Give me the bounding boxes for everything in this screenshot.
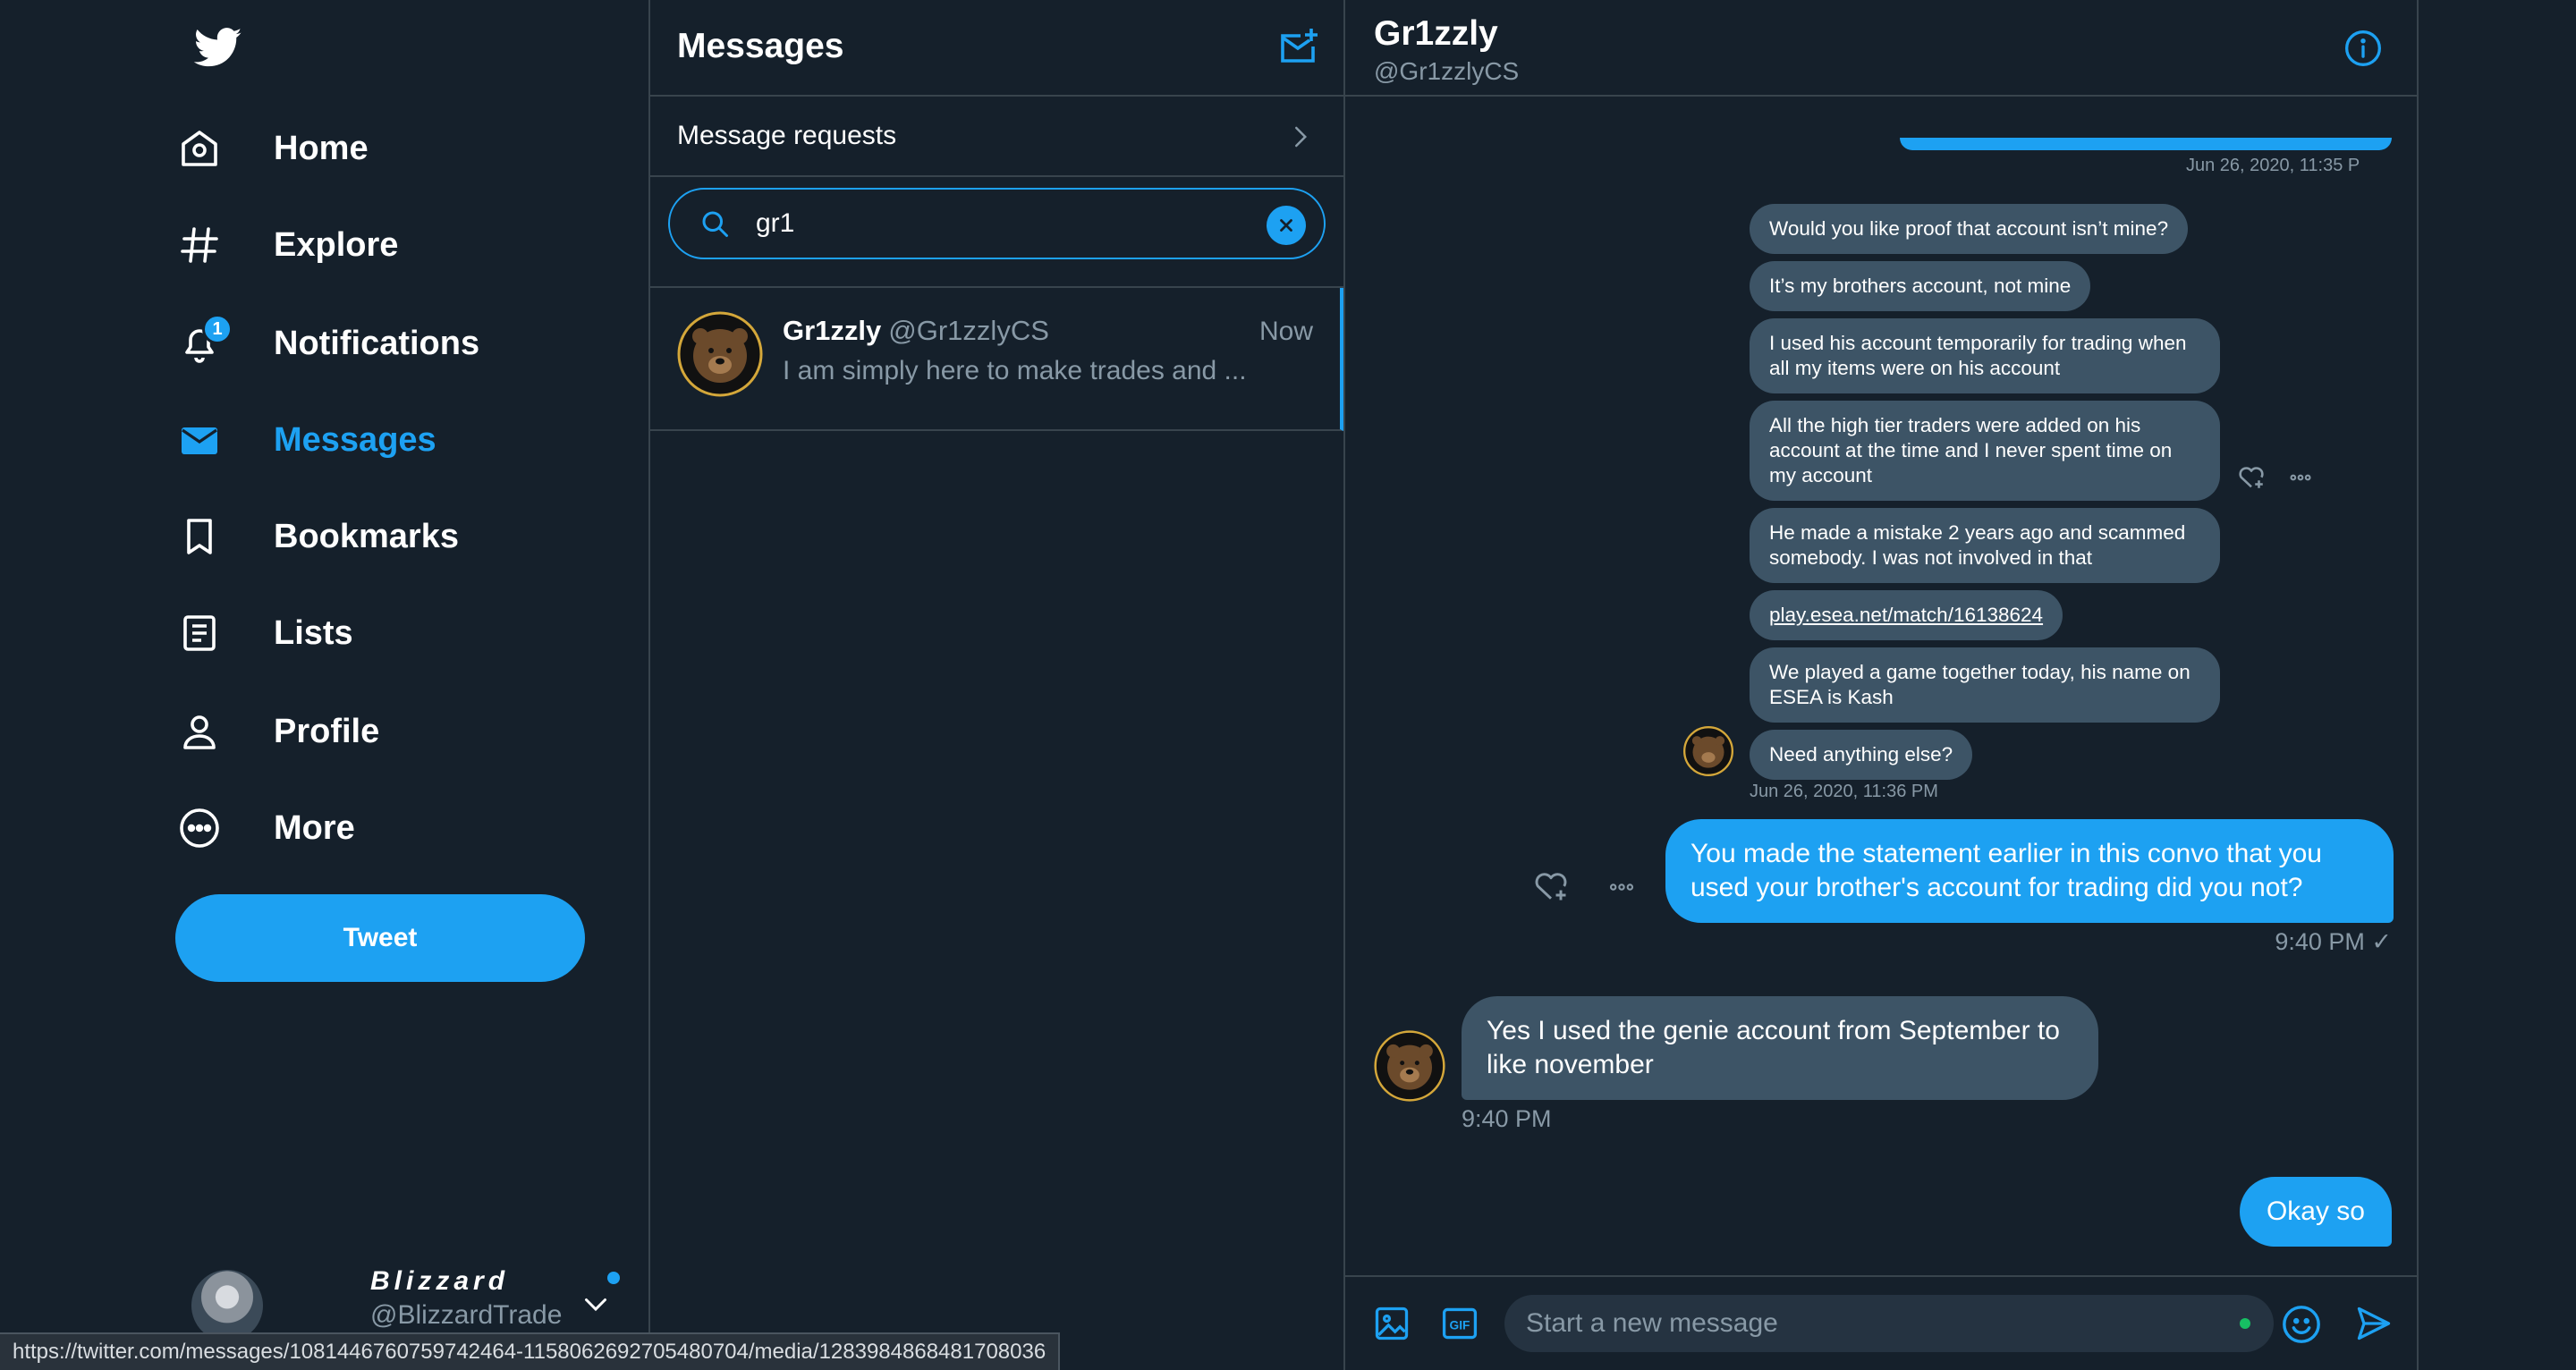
conversation-time: Now: [1258, 317, 1313, 346]
nav-home-label: Home: [274, 129, 369, 167]
home-icon: [175, 124, 224, 173]
account-avatar: [191, 1270, 263, 1341]
react-heart-icon[interactable]: [1531, 866, 1571, 905]
chevron-right-icon: [1295, 126, 1308, 148]
nav-explore[interactable]: Explore: [175, 207, 398, 283]
nav-messages[interactable]: Messages: [175, 402, 436, 478]
tweet-button[interactable]: Tweet: [175, 894, 585, 982]
message-bubble: It’s my brothers account, not mine: [1750, 261, 2091, 311]
grammar-indicator-dot: [2240, 1318, 2250, 1329]
close-icon: [1280, 219, 1292, 232]
message-bubble: You made the statement earlier in this c…: [1665, 819, 2394, 923]
message-bubble: Yes I used the genie account from Septem…: [1462, 996, 2098, 1100]
message-bubble: Okay so: [2239, 1177, 2392, 1247]
avatar: [1683, 726, 1733, 776]
nav-profile[interactable]: Profile: [175, 694, 379, 769]
message-link[interactable]: play.esea.net/match/16138624: [1750, 590, 2063, 640]
send-icon[interactable]: [2354, 1304, 2394, 1343]
avatar: [1374, 1030, 1445, 1102]
nav-lists[interactable]: Lists: [175, 596, 353, 671]
bookmark-icon: [175, 512, 224, 561]
messages-header: Messages: [650, 0, 1343, 97]
nav-profile-label: Profile: [274, 712, 380, 750]
more-options-icon[interactable]: [2286, 465, 2315, 490]
message-bubble: Would you like proof that account isn’t …: [1750, 204, 2189, 254]
new-message-icon[interactable]: [1277, 27, 1320, 70]
avatar: [677, 311, 763, 397]
messages-column: Messages Message requests Gr1zzly@Gr1zzl…: [650, 0, 1345, 1370]
message-timestamp: 9:40 PM: [1462, 1105, 1552, 1132]
conversation-panel: Gr1zzly @Gr1zzlyCS Jun 26, 2020, 11:35 P…: [1345, 0, 2419, 1370]
message-field: [1504, 1295, 2274, 1352]
messages-title: Messages: [677, 27, 844, 65]
primary-nav: Home Explore 1 Notifications Messages Bo…: [0, 0, 650, 1370]
search-box: [668, 188, 1326, 259]
search-input[interactable]: [756, 208, 1203, 239]
chat-handle: @Gr1zzlyCS: [1374, 57, 1520, 85]
message-bubble: All the high tier traders were added on …: [1750, 401, 2220, 501]
message-timestamp: 9:40 PM ✓: [2275, 928, 2392, 955]
list-icon: [175, 609, 224, 657]
bell-icon: 1: [175, 314, 233, 368]
browser-status-url: https://twitter.com/messages/10814467607…: [0, 1332, 1061, 1370]
account-display-name: Blizzard: [370, 1266, 510, 1296]
message-bubble: He made a mistake 2 years ago and scamme…: [1750, 508, 2220, 583]
twitter-logo-icon[interactable]: [191, 23, 246, 72]
conversation-header: Gr1zzly @Gr1zzlyCS: [1345, 0, 2417, 97]
search-icon: [702, 211, 728, 237]
nav-more[interactable]: More: [175, 791, 355, 866]
message-requests-label: Message requests: [677, 121, 897, 150]
nav-explore-label: Explore: [274, 225, 399, 264]
svg-text:GIF: GIF: [1450, 1318, 1470, 1332]
message-timestamp: Jun 26, 2020, 11:36 PM: [1750, 782, 1938, 801]
chevron-down-icon: [585, 1298, 606, 1312]
message-composer: GIF: [1345, 1275, 2419, 1370]
message-input[interactable]: [1526, 1308, 2206, 1339]
person-icon: [175, 707, 224, 756]
nav-bookmarks-label: Bookmarks: [274, 517, 459, 555]
info-icon[interactable]: [2343, 29, 2383, 68]
conversation-handle: @Gr1zzlyCS: [888, 315, 1049, 346]
gif-icon[interactable]: GIF: [1440, 1304, 1479, 1343]
nav-notifications-label: Notifications: [274, 324, 480, 362]
chat-name: Gr1zzly: [1374, 14, 1498, 53]
image-icon[interactable]: [1372, 1304, 1411, 1343]
nav-more-label: More: [274, 808, 355, 847]
clear-search-button[interactable]: [1267, 206, 1306, 245]
conversation-preview: I am simply here to make trades and ...: [783, 356, 1247, 385]
conversation-name-row: Gr1zzly @Gr1zzlyCS: [783, 315, 1049, 347]
search-container: [650, 177, 1343, 288]
message-thread: Jun 26, 2020, 11:35 P Would you like pro…: [1345, 98, 2419, 1275]
envelope-icon: [175, 416, 224, 464]
react-heart-icon[interactable]: [2236, 461, 2267, 492]
nav-lists-label: Lists: [274, 613, 353, 652]
message-bubble: Need anything else?: [1750, 730, 1973, 780]
message-requests[interactable]: Message requests: [650, 97, 1343, 177]
message-timestamp: Jun 26, 2020, 11:35 P: [2186, 156, 2360, 175]
account-names: Blizzard @BlizzardTrade: [370, 1266, 562, 1331]
emoji-icon[interactable]: [2281, 1304, 2322, 1345]
message-bubble: We played a game together today, his nam…: [1750, 647, 2220, 723]
nav-bookmarks[interactable]: Bookmarks: [175, 499, 459, 574]
nav-home[interactable]: Home: [175, 111, 369, 186]
more-circle-icon: [175, 804, 224, 852]
message-bubble: [1900, 138, 2392, 150]
account-handle: @BlizzardTrade: [370, 1300, 563, 1330]
conversation-item[interactable]: Gr1zzly @Gr1zzlyCS Now I am simply here t…: [650, 288, 1343, 431]
notification-badge: 1: [202, 314, 233, 344]
account-unread-dot: [607, 1272, 620, 1284]
hashtag-icon: [175, 221, 224, 269]
nav-notifications[interactable]: 1 Notifications: [175, 306, 479, 381]
conversation-name: Gr1zzly: [783, 315, 882, 346]
message-bubble: I used his account temporarily for tradi…: [1750, 318, 2220, 393]
nav-messages-label: Messages: [274, 420, 436, 459]
more-options-icon[interactable]: [1603, 873, 1640, 901]
